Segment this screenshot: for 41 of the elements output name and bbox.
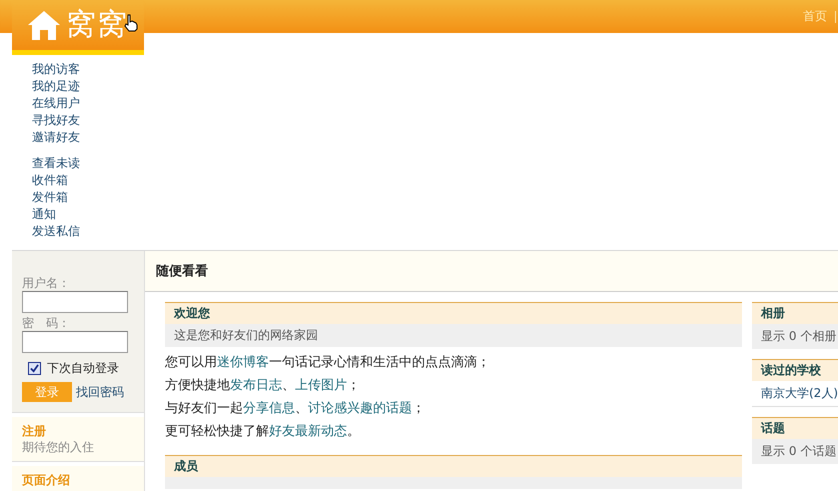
password-field[interactable]: [22, 331, 128, 353]
forgot-password-link[interactable]: 找回密码: [76, 384, 124, 400]
feature-link[interactable]: 好友最新动态: [269, 424, 347, 439]
feature-link[interactable]: 分享信息: [243, 401, 295, 416]
box-title: 话题: [761, 420, 785, 437]
password-label: 密 码：: [22, 315, 71, 331]
menu-link[interactable]: 查看未读: [32, 155, 80, 172]
subtitle-text: 这是您和好友们的网络家园: [174, 327, 318, 344]
box-title: 读过的学校: [761, 362, 821, 379]
hand-cursor-icon: [124, 14, 138, 32]
menu-link[interactable]: 发送私信: [32, 223, 80, 240]
feature-link[interactable]: 发布日志: [230, 378, 282, 393]
menu-link[interactable]: 通知: [32, 206, 56, 223]
box-title: 欢迎您: [174, 305, 210, 322]
intro-sentence: 更可轻松快捷了解好友最新动态。: [165, 423, 361, 441]
menu-link[interactable]: 收件箱: [32, 172, 68, 189]
username-label: 用户名：: [22, 275, 71, 291]
menu-link[interactable]: 我的足迹: [32, 78, 80, 95]
menu-link[interactable]: 发件箱: [32, 189, 68, 206]
intro-sentence: 与好友们一起分享信息、讨论感兴趣的话题；: [165, 400, 426, 418]
logo-text: 窝窝: [66, 8, 128, 42]
page-title: 随便看看: [156, 263, 208, 280]
menu-link[interactable]: 邀请好友: [32, 129, 80, 146]
box-text: 显示 0 个相册: [761, 328, 836, 345]
intro-sentence: 方便快捷地发布日志、上传图片；: [165, 377, 361, 395]
box-text: 显示 0 个话题: [761, 443, 836, 460]
feature-link[interactable]: 讨论感兴趣的话题: [308, 401, 412, 416]
school-link[interactable]: 南京大学(2人): [761, 385, 838, 402]
menu-link[interactable]: 我的访客: [32, 61, 80, 78]
feature-link[interactable]: 上传图片: [295, 378, 347, 393]
remember-label: 下次自动登录: [47, 360, 119, 377]
box-title: 相册: [761, 305, 785, 322]
feature-link[interactable]: 迷你博客: [217, 355, 269, 370]
menu-link[interactable]: 在线用户: [32, 95, 80, 112]
username-field[interactable]: [22, 291, 128, 313]
menu-link[interactable]: 寻找好友: [32, 112, 80, 129]
box-title: 成员: [174, 458, 198, 475]
remember-checkbox[interactable]: [28, 362, 41, 375]
intro-sentence: 您可以用迷你博客一句话记录心情和生活中的点点滴滴；: [165, 354, 491, 372]
house-icon: [26, 9, 62, 41]
section-text: 期待您的入住: [22, 439, 95, 455]
